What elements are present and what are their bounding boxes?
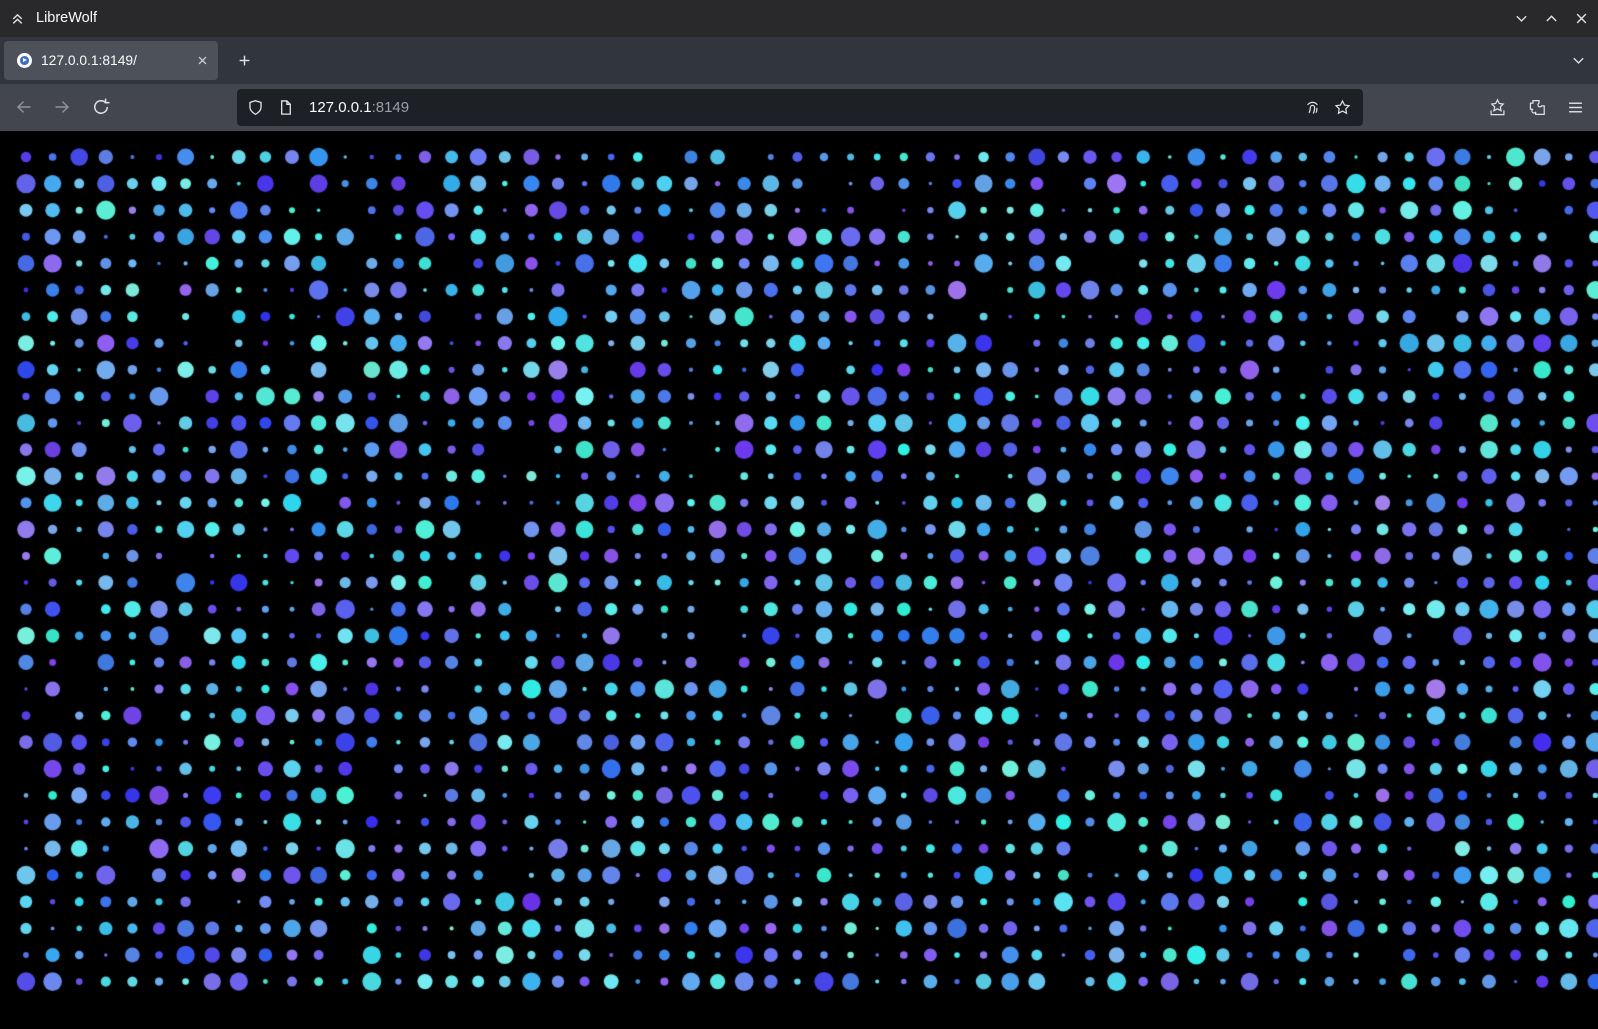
browser-window: LibreWolf 127.0.0.1:8149/ <box>0 0 1598 1029</box>
bookmark-star-icon[interactable] <box>1334 99 1351 116</box>
tab-strip: 127.0.0.1:8149/ <box>0 37 1598 84</box>
title-bar: LibreWolf <box>0 0 1598 37</box>
tab-favicon-icon <box>17 53 32 68</box>
tab-title: 127.0.0.1:8149/ <box>41 53 189 68</box>
fingerprint-protection-icon[interactable] <box>1304 99 1321 116</box>
bookmarks-tray-icon[interactable] <box>1488 98 1507 117</box>
window-close-button[interactable] <box>1573 10 1590 27</box>
collapse-toolbar-icon[interactable] <box>9 10 26 27</box>
dot-grid-canvas <box>0 131 1598 1029</box>
app-title: LibreWolf <box>36 0 97 37</box>
navigation-bar: 127.0.0.1:8149 <box>0 84 1598 131</box>
menu-icon[interactable] <box>1566 98 1585 117</box>
url-bar[interactable]: 127.0.0.1:8149 <box>237 89 1363 126</box>
page-icon[interactable] <box>277 99 294 116</box>
back-button[interactable] <box>14 97 34 117</box>
window-maximize-button[interactable] <box>1543 10 1560 27</box>
reload-button[interactable] <box>91 97 111 117</box>
forward-button[interactable] <box>52 97 72 117</box>
url-host: 127.0.0.1 <box>309 99 372 116</box>
page-content <box>0 131 1598 1029</box>
tab-active[interactable]: 127.0.0.1:8149/ <box>4 41 218 80</box>
extensions-icon[interactable] <box>1527 98 1546 117</box>
shield-icon[interactable] <box>247 99 264 116</box>
tab-close-icon[interactable] <box>195 53 210 68</box>
window-minimize-button[interactable] <box>1513 10 1530 27</box>
url-port: :8149 <box>372 99 410 116</box>
all-tabs-dropdown-icon[interactable] <box>1570 52 1587 69</box>
new-tab-button[interactable] <box>229 45 259 75</box>
